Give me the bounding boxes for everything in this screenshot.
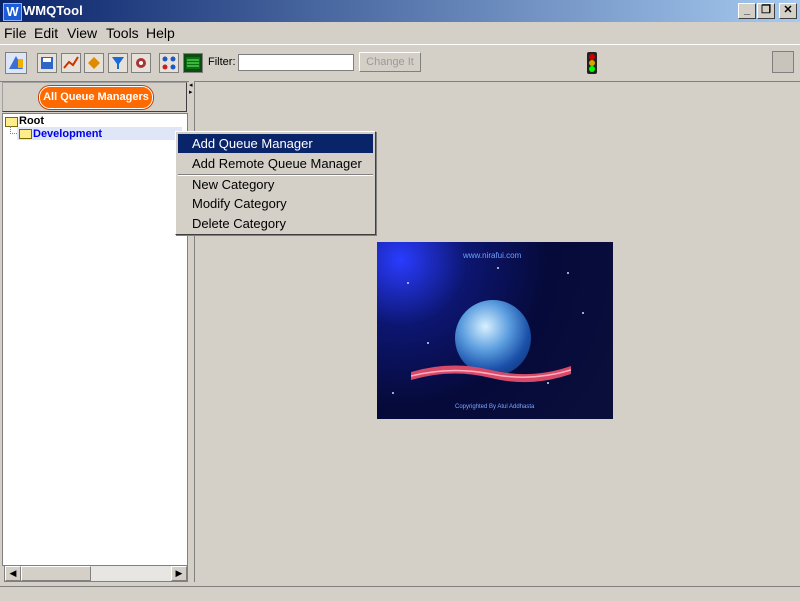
- splash-image: www.nirafui.com Copyrighted By Atul Addh…: [377, 242, 613, 419]
- filter-icon[interactable]: [108, 53, 128, 73]
- window-title: WMQTool: [23, 3, 83, 18]
- menu-view[interactable]: View: [67, 25, 97, 41]
- status-bar: [0, 586, 800, 601]
- all-queue-managers-button[interactable]: All Queue Managers: [39, 86, 153, 109]
- grid-icon[interactable]: [159, 53, 179, 73]
- monitor-icon[interactable]: [183, 53, 203, 73]
- menu-tools[interactable]: Tools: [106, 25, 139, 41]
- folder-icon: [19, 129, 32, 139]
- change-it-button[interactable]: Change It: [359, 52, 421, 72]
- close-button[interactable]: ✕: [779, 3, 797, 19]
- traffic-light-icon: [587, 52, 597, 74]
- splash-url: www.nirafui.com: [463, 251, 522, 260]
- category-tree: Root Development: [2, 113, 188, 566]
- scroll-right-icon[interactable]: ▶: [171, 566, 187, 581]
- tree-item-development-label[interactable]: Development: [33, 128, 102, 140]
- toolbar: Filter: Change It: [0, 44, 800, 82]
- splash-copyright: Copyrighted By Atul Addhasta: [455, 404, 535, 410]
- menu-add-remote-queue-manager[interactable]: Add Remote Queue Manager: [178, 154, 373, 173]
- save-icon[interactable]: [37, 53, 57, 73]
- tree-root-label[interactable]: Root: [19, 115, 44, 127]
- context-menu: Add Queue Manager Add Remote Queue Manag…: [175, 131, 376, 235]
- menu-file[interactable]: File: [4, 25, 27, 41]
- filter-label: Filter:: [208, 56, 236, 68]
- restore-button[interactable]: ❐: [757, 3, 775, 19]
- menu-bar: File Edit View Tools Help: [0, 23, 800, 43]
- minimize-button[interactable]: _: [738, 3, 756, 19]
- scroll-left-icon[interactable]: ◀: [5, 566, 21, 581]
- app-icon: W: [3, 3, 22, 21]
- menu-help[interactable]: Help: [146, 25, 175, 41]
- filter-input[interactable]: [238, 54, 354, 71]
- panel-toggle-button[interactable]: [772, 51, 794, 73]
- chart-icon[interactable]: [61, 53, 81, 73]
- menu-edit[interactable]: Edit: [34, 25, 58, 41]
- scrollbar-thumb[interactable]: [21, 566, 91, 581]
- left-panel: All Queue Managers Root Development ◀ ▶: [0, 80, 191, 586]
- ribbon-logo-icon: [411, 365, 571, 383]
- menu-modify-category[interactable]: Modify Category: [178, 194, 373, 213]
- menu-delete-category[interactable]: Delete Category: [178, 214, 373, 233]
- horizontal-scrollbar[interactable]: ◀ ▶: [4, 565, 188, 582]
- splitter-collapse-icon[interactable]: ◂ ▸: [189, 82, 193, 96]
- connect-icon[interactable]: [5, 52, 27, 74]
- menu-add-queue-manager[interactable]: Add Queue Manager: [178, 134, 373, 153]
- menu-new-category[interactable]: New Category: [178, 175, 373, 194]
- title-bar[interactable]: W WMQTool _ ❐ ✕: [0, 0, 800, 22]
- settings-icon[interactable]: [131, 53, 151, 73]
- queue-manager-header: All Queue Managers: [2, 82, 187, 112]
- tag-icon[interactable]: [84, 53, 104, 73]
